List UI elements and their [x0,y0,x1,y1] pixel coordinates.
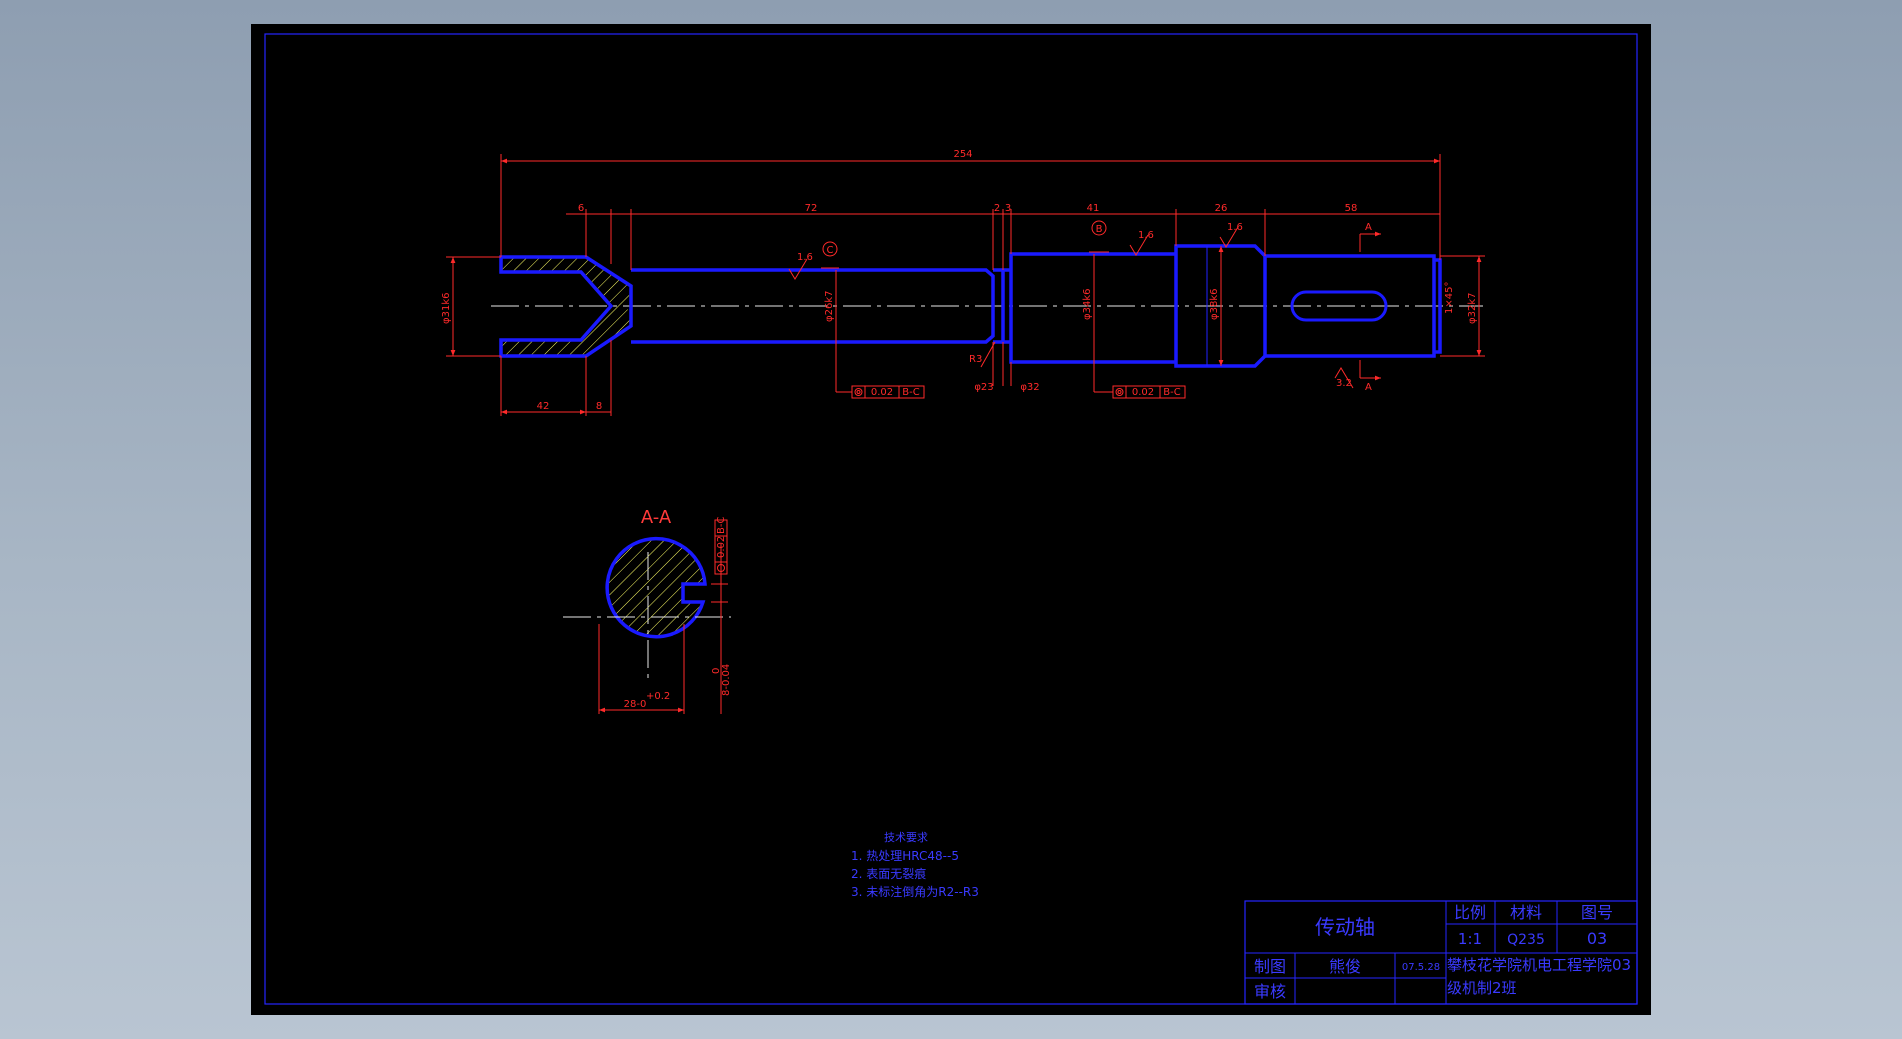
drawing-sheet: 254 6 72 2 3 41 26 58 42 8 φ31k6 φ26k7 φ… [251,24,1651,1015]
dim-seg-bearing: 41 [1087,203,1100,214]
dim-dia-1: φ26k7 [824,291,835,322]
drawn-by-name: 熊俊 [1329,957,1361,976]
material-label: 材料 [1510,903,1542,922]
section-width: 28-0 [624,699,647,710]
dim-groove-2: 3 [1005,203,1011,214]
cad-viewport[interactable]: 254 6 72 2 3 41 26 58 42 8 φ31k6 φ26k7 φ… [0,0,1902,1039]
svg-text:B-C: B-C [716,517,727,534]
tech-notes-title: 技术要求 [884,831,928,844]
dim-dia-3: φ38k6 [1209,289,1220,320]
dim-dia-groove-1: φ23 [974,382,993,393]
svg-text:0.02: 0.02 [1132,387,1154,398]
dim-overall-length: 254 [953,149,972,160]
key-width: 8-0.04 [721,664,732,696]
dim-seg-key: 58 [1345,203,1358,214]
section-body [605,536,707,639]
svg-text:B-C: B-C [902,387,919,398]
scale-label: 比例 [1454,903,1486,922]
dim-dia-4: φ32k7 [1467,293,1478,324]
tolerance-frame-2: 0.02 B-C [1112,385,1186,399]
tolerance-frame-1: 0.02 B-C [851,385,925,399]
dim-dia-fork: φ31k6 [441,293,452,324]
dim-chamfer: 1×45° [1444,282,1455,314]
scale-value: 1:1 [1458,930,1482,948]
dim-dia-groove-2: φ32 [1020,382,1039,393]
datum-c: C [827,245,834,256]
fork-upper-hatch [501,257,631,306]
tech-note-1: 1. 热处理HRC48--5 [851,849,959,863]
dim-seg-shoulder: 26 [1215,203,1228,214]
roughness-4: 3.2 [1336,378,1352,389]
dim-dia-2: φ34k6 [1082,289,1093,320]
svg-text:0.02: 0.02 [871,387,893,398]
key-width-tol: 0 [711,668,722,674]
school-name: 攀枝花学院机电工程学院03级机制2班 [1447,956,1632,997]
section-mark-bottom: A [1365,382,1372,393]
section-width-tol: +0.2 [646,691,670,702]
dim-fork-slot: 6 [578,203,584,214]
drawing-no-label: 图号 [1581,903,1613,922]
roughness-2: 1.6 [1138,230,1154,241]
drawing-canvas: 254 6 72 2 3 41 26 58 42 8 φ31k6 φ26k7 φ… [264,33,1638,1005]
datum-b: B [1096,224,1103,235]
tech-note-3: 3. 未标注倒角为R2--R3 [851,884,979,899]
part-name: 传动轴 [1315,915,1375,939]
tech-note-2: 2. 表面无裂痕 [851,866,926,881]
svg-text:B-C: B-C [1163,387,1180,398]
dim-fork-neck: 8 [596,401,602,412]
drawn-by-label: 制图 [1254,957,1286,976]
drawing-no-value: 03 [1587,929,1607,948]
section-title: A-A [641,507,672,528]
dim-fillet: R3 [969,354,982,365]
drawing-date: 07.5.28 [1402,962,1440,973]
roughness-3: 1.6 [1227,222,1243,233]
section-mark-top: A [1365,222,1372,233]
roughness-1: 1.6 [797,252,813,263]
dim-shaft-seg-1: 72 [805,203,818,214]
checked-by-label: 审核 [1254,982,1286,1001]
dim-fork-length: 42 [537,401,550,412]
dim-groove-1: 2 [994,203,1000,214]
svg-text:0.02: 0.02 [716,536,727,558]
title-block: 传动轴 比例 材料 图号 1:1 Q235 03 制图 熊俊 07.5.28 审… [1244,900,1638,1005]
material-value: Q235 [1507,932,1545,948]
